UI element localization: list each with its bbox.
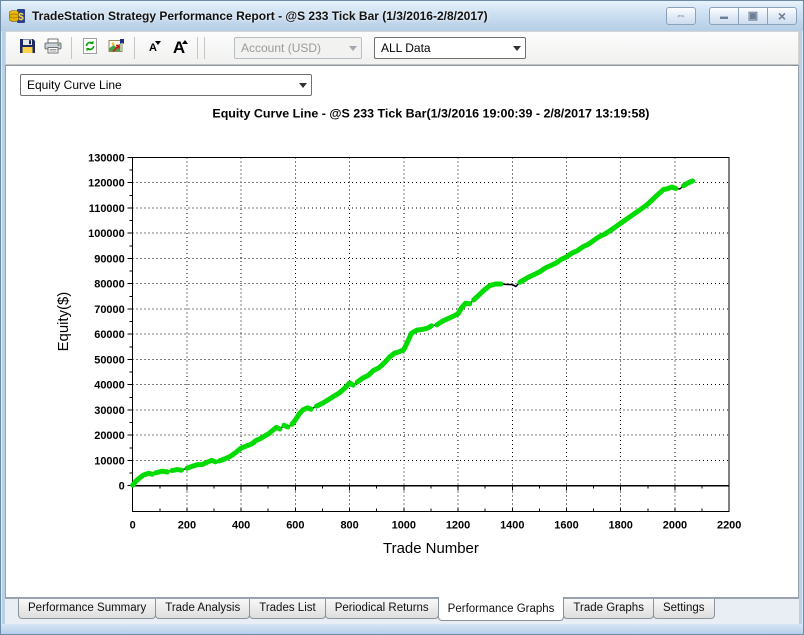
graph-type-dropdown[interactable]: Equity Curve Line (20, 74, 312, 96)
svg-text:90000: 90000 (94, 253, 124, 265)
chevron-down-icon (344, 38, 361, 58)
tab-settings[interactable]: Settings (652, 599, 715, 619)
svg-text:120000: 120000 (88, 178, 125, 190)
svg-text:80000: 80000 (94, 279, 124, 291)
svg-text:Equity Curve Line - @S 233 Tic: Equity Curve Line - @S 233 Tick Bar(1/3/… (212, 107, 649, 121)
export-settings-icon (108, 38, 125, 59)
tradestation-report-window: $ TradeStation Strategy Performance Repo… (0, 0, 804, 635)
svg-text:2000: 2000 (663, 519, 687, 531)
svg-text:110000: 110000 (89, 203, 125, 215)
equity-curve-chart: Equity Curve Line - @S 233 Tick Bar(1/3/… (55, 107, 742, 558)
graph-type-dropdown-value: Equity Curve Line (27, 78, 122, 92)
resize-button[interactable]: ⇔ (666, 7, 696, 25)
save-button[interactable] (14, 35, 40, 61)
tab-performance-graphs[interactable]: Performance Graphs (437, 597, 565, 621)
toolbar-separator (134, 37, 135, 59)
svg-text:1000: 1000 (392, 519, 416, 531)
svg-text:10000: 10000 (94, 455, 124, 467)
toolbar-separator (197, 37, 198, 59)
restore-button[interactable]: ▣ (738, 7, 768, 25)
svg-text:Equity($): Equity($) (55, 292, 72, 352)
svg-text:60000: 60000 (94, 329, 124, 341)
svg-text:Trade Number: Trade Number (383, 540, 479, 557)
tab-trade-graphs[interactable]: Trade Graphs (563, 599, 654, 619)
decrease-font-button[interactable]: A (140, 35, 166, 61)
svg-text:40000: 40000 (94, 380, 124, 392)
account-dropdown-value: Account (USD) (241, 41, 322, 55)
svg-text:20000: 20000 (94, 430, 124, 442)
data-range-dropdown[interactable]: ALL Data (374, 37, 526, 59)
refresh-button[interactable] (77, 35, 103, 61)
export-settings-button[interactable] (103, 35, 129, 61)
tab-trade-analysis[interactable]: Trade Analysis (155, 599, 251, 619)
svg-text:$: $ (18, 12, 24, 23)
svg-text:0: 0 (130, 519, 136, 531)
window-bottom-border (1, 624, 803, 634)
svg-text:70000: 70000 (94, 304, 124, 316)
svg-text:0: 0 (119, 481, 125, 493)
tab-performance-summary[interactable]: Performance Summary (18, 599, 157, 619)
tab-periodical-returns[interactable]: Periodical Returns (324, 599, 439, 619)
tab-bar: Performance Summary Trade Analysis Trades … (5, 597, 799, 624)
toolbar-separator (71, 37, 72, 59)
svg-text:1600: 1600 (554, 519, 578, 531)
account-dropdown: Account (USD) (234, 37, 362, 59)
app-icon: $ (9, 8, 26, 24)
minimize-button[interactable]: ▬ (709, 7, 739, 25)
svg-text:100000: 100000 (88, 228, 125, 240)
toolbar: A A Account (USD) ALL Data (5, 31, 799, 65)
svg-text:600: 600 (286, 519, 304, 531)
print-button[interactable] (40, 35, 66, 61)
window-title: TradeStation Strategy Performance Report… (32, 9, 488, 23)
svg-text:30000: 30000 (94, 405, 124, 417)
data-range-dropdown-value: ALL Data (381, 41, 431, 55)
save-icon (19, 38, 36, 59)
tab-trades-list[interactable]: Trades List (249, 599, 326, 619)
refresh-icon (82, 37, 98, 59)
svg-text:400: 400 (232, 519, 250, 531)
svg-text:1800: 1800 (609, 519, 633, 531)
chevron-down-icon (508, 38, 525, 58)
increase-font-button[interactable]: A (166, 35, 192, 61)
svg-text:130000: 130000 (88, 152, 125, 164)
svg-text:200: 200 (178, 519, 196, 531)
svg-text:1200: 1200 (446, 519, 470, 531)
report-content: Equity Curve Line Equity Curve Line - @S… (5, 65, 799, 598)
close-button[interactable]: × (767, 7, 797, 25)
svg-text:1400: 1400 (500, 519, 524, 531)
print-icon (44, 38, 62, 59)
titlebar[interactable]: $ TradeStation Strategy Performance Repo… (1, 1, 803, 31)
svg-text:50000: 50000 (94, 354, 124, 366)
svg-text:2200: 2200 (717, 519, 741, 531)
toolbar-separator (204, 37, 205, 59)
svg-text:800: 800 (340, 519, 358, 531)
chevron-down-icon (294, 75, 311, 95)
